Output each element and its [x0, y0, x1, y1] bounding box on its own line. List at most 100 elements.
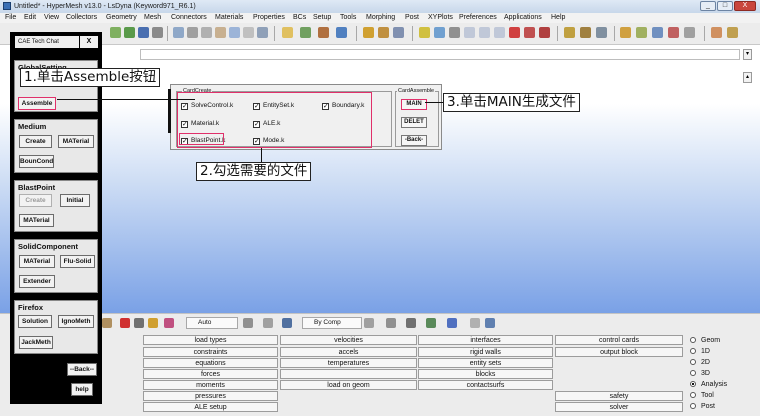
menu-view[interactable]: View — [44, 13, 59, 23]
blocks-button[interactable]: blocks — [418, 369, 553, 379]
menu-post[interactable]: Post — [405, 13, 419, 23]
pressures-button[interactable]: pressures — [143, 391, 278, 401]
tool-icon[interactable] — [684, 27, 695, 38]
solver-button[interactable]: solver — [555, 402, 683, 412]
mask-icon[interactable] — [134, 318, 144, 328]
find-icon[interactable] — [148, 318, 158, 328]
user-icon[interactable] — [711, 27, 722, 38]
bottle-icon[interactable] — [449, 27, 460, 38]
radio-3d[interactable]: 3D — [690, 369, 710, 378]
line-style-icon[interactable] — [406, 318, 416, 328]
load-on-geom-button[interactable]: load on geom — [280, 380, 417, 390]
layer-icon[interactable] — [282, 318, 292, 328]
line-icon[interactable] — [419, 27, 430, 38]
radio-post[interactable]: Post — [690, 402, 715, 411]
menu-tools[interactable]: Tools — [340, 13, 356, 23]
menu-preferences[interactable]: Preferences — [459, 13, 497, 23]
red-cube-icon[interactable] — [509, 27, 520, 38]
flag-icon[interactable] — [539, 27, 550, 38]
menu-xyplots[interactable]: XYPlots — [428, 13, 453, 23]
menu-applications[interactable]: Applications — [504, 13, 542, 23]
radio-2d[interactable]: 2D — [690, 358, 710, 367]
display-icon[interactable] — [364, 318, 374, 328]
help-button[interactable]: help — [71, 383, 93, 396]
plot-alt-icon[interactable] — [668, 27, 679, 38]
command-input[interactable] — [140, 49, 740, 60]
assembly-tool-icon[interactable] — [124, 27, 135, 38]
import-icon[interactable] — [318, 27, 329, 38]
close-button[interactable]: X — [734, 1, 756, 11]
reset-view-icon[interactable] — [257, 27, 268, 38]
radio-1d[interactable]: 1D — [690, 347, 710, 356]
safety-button[interactable]: safety — [555, 391, 683, 401]
radio-tool[interactable]: Tool — [690, 391, 714, 400]
folder-icon[interactable] — [282, 27, 293, 38]
igno-meth-button[interactable]: IgnoMeth — [58, 315, 94, 328]
red-box-icon[interactable] — [524, 27, 535, 38]
control-cards-button[interactable]: control cards — [555, 335, 683, 345]
solid-material-button[interactable]: MATerial — [19, 255, 55, 268]
pan-icon[interactable] — [201, 27, 212, 38]
menu-properties[interactable]: Properties — [253, 13, 285, 23]
shape-icon[interactable] — [243, 318, 253, 328]
medium-material-button[interactable]: MATerial — [58, 135, 94, 148]
rigid-walls-button[interactable]: rigid walls — [418, 347, 553, 357]
sigma-alt-icon[interactable] — [378, 27, 389, 38]
sum-alt-icon[interactable] — [580, 27, 591, 38]
shape-alt-icon[interactable] — [263, 318, 273, 328]
chart-icon[interactable] — [620, 27, 631, 38]
jack-meth-button[interactable]: JackMeth — [19, 336, 53, 349]
delet-button[interactable]: DELET — [401, 117, 427, 128]
layer-style-icon[interactable] — [426, 318, 436, 328]
menu-geometry[interactable]: Geometry — [106, 13, 137, 23]
blast-material-button[interactable]: MATerial — [19, 214, 54, 227]
hand-icon[interactable] — [215, 27, 226, 38]
panel-close-button[interactable]: X — [80, 36, 98, 48]
grid-icon[interactable] — [470, 318, 480, 328]
surface-icon[interactable] — [434, 27, 445, 38]
menu-connectors[interactable]: Connectors — [171, 13, 207, 23]
element-icon[interactable] — [386, 318, 396, 328]
solution-button[interactable]: Solution — [18, 315, 52, 328]
zoom-fit-icon[interactable] — [187, 27, 198, 38]
menu-materials[interactable]: Materials — [215, 13, 243, 23]
menu-file[interactable]: File — [5, 13, 16, 23]
align-icon[interactable] — [152, 27, 163, 38]
card-back-button[interactable]: -Back- — [401, 135, 427, 146]
scroll-down-button[interactable]: ▴ — [743, 72, 752, 83]
radio-analysis[interactable]: Analysis — [690, 380, 727, 389]
output-block-button[interactable]: output block — [555, 347, 683, 357]
menu-mesh[interactable]: Mesh — [144, 13, 161, 23]
menu-edit[interactable]: Edit — [24, 13, 36, 23]
vis-tool-icon[interactable] — [102, 318, 112, 328]
menu-bcs[interactable]: BCs — [293, 13, 306, 23]
menu-morphing[interactable]: Morphing — [366, 13, 395, 23]
count-icon[interactable] — [393, 27, 404, 38]
scroll-up-button[interactable]: ▾ — [743, 49, 752, 60]
radio-geom[interactable]: Geom — [690, 336, 720, 345]
constraints-button[interactable]: constraints — [143, 347, 278, 357]
sigma-icon[interactable] — [363, 27, 374, 38]
cube-wire-icon[interactable] — [479, 27, 490, 38]
temperatures-button[interactable]: temperatures — [280, 358, 417, 368]
sum-icon[interactable] — [564, 27, 575, 38]
ale-setup-button[interactable]: ALE setup — [143, 402, 278, 412]
minimize-button[interactable]: _ — [700, 1, 716, 11]
table-icon[interactable] — [596, 27, 607, 38]
velocities-button[interactable]: velocities — [280, 335, 417, 345]
save-icon[interactable] — [300, 27, 311, 38]
interfaces-button[interactable]: interfaces — [418, 335, 553, 345]
main-button[interactable]: MAIN — [401, 99, 427, 110]
panel-back-button[interactable]: --Back-- — [67, 363, 97, 376]
menu-collectors[interactable]: Collectors — [66, 13, 97, 23]
menu-help[interactable]: Help — [551, 13, 565, 23]
forces-button[interactable]: forces — [143, 369, 278, 379]
medium-create-button[interactable]: Create — [19, 135, 52, 148]
node-icon[interactable] — [164, 318, 174, 328]
anchor-icon[interactable] — [138, 27, 149, 38]
accels-button[interactable]: accels — [280, 347, 417, 357]
flu-solid-button[interactable]: Flu-Solid — [60, 255, 95, 268]
empty-button[interactable] — [280, 369, 417, 379]
equations-button[interactable]: equations — [143, 358, 278, 368]
extender-button[interactable]: Extender — [19, 275, 55, 288]
